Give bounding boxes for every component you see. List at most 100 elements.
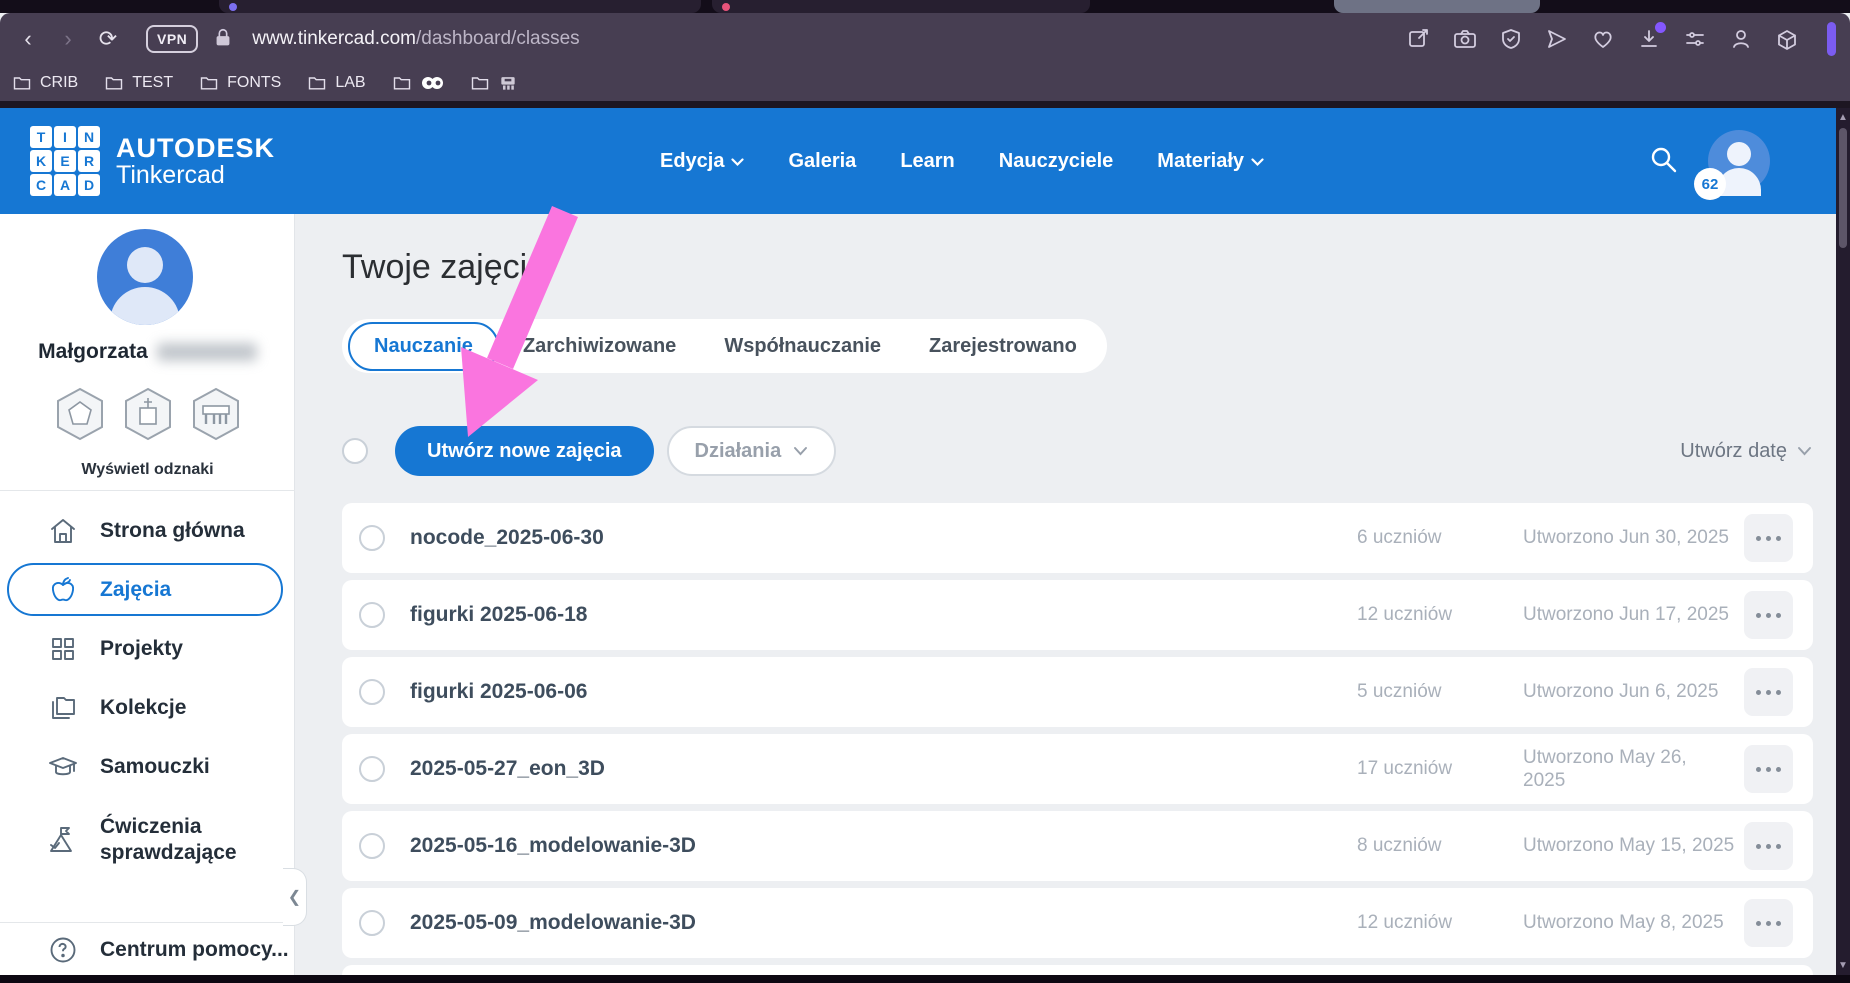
nav-materialy[interactable]: Materiały	[1157, 150, 1264, 173]
sort-by-dropdown[interactable]: Utwórz datę	[1680, 440, 1812, 463]
user-avatar[interactable]: 62	[1708, 130, 1770, 192]
class-row[interactable]: 2025-05-09_modelowanie-3D 12 uczniów Utw…	[342, 888, 1813, 958]
bookmark-label: FONTS	[227, 74, 281, 92]
folder-icon	[470, 73, 490, 93]
reload-icon[interactable]: ⟳	[88, 26, 128, 52]
row-menu-button[interactable]	[1744, 822, 1793, 870]
class-student-count: 12 uczniów	[1357, 912, 1487, 934]
sidebar-item-label: Kolekcje	[100, 696, 186, 720]
tab-zarejestrowano[interactable]: Zarejestrowano	[905, 324, 1101, 369]
sliders-icon[interactable]	[1683, 27, 1707, 51]
row-checkbox[interactable]	[359, 525, 385, 551]
class-created-date: Utworzono Jun 17, 2025	[1523, 603, 1753, 626]
class-row[interactable]: 2025-05-27_eon_3D 17 uczniów Utworzono M…	[342, 734, 1813, 804]
url-path: /dashboard/classes	[416, 28, 580, 49]
extension-accent-bar[interactable]	[1827, 22, 1836, 56]
graduation-cap-icon	[48, 752, 78, 782]
back-icon[interactable]: ‹	[8, 26, 48, 52]
question-circle-icon	[48, 935, 78, 965]
toolbar-icon-group	[1407, 22, 1850, 56]
profile-avatar[interactable]	[97, 229, 193, 325]
shield-check-icon[interactable]	[1499, 27, 1523, 51]
class-name[interactable]: 2025-05-09_modelowanie-3D	[410, 911, 696, 935]
tab-favicon-dot	[229, 3, 237, 11]
bookmark-label: LAB	[335, 74, 365, 92]
scrollbar-thumb[interactable]	[1839, 128, 1847, 248]
nav-label: Learn	[900, 150, 954, 173]
bookmark-folder-masks[interactable]	[392, 73, 444, 93]
row-menu-button[interactable]	[1744, 668, 1793, 716]
bookmark-folder-fonts[interactable]: FONTS	[199, 73, 281, 93]
tab-nauczanie[interactable]: Nauczanie	[348, 322, 499, 371]
bookmark-folder-crib[interactable]: CRIB	[12, 73, 78, 93]
compose-icon[interactable]	[1407, 27, 1431, 51]
sidebar-item-projects[interactable]: Projekty	[0, 619, 295, 678]
row-checkbox[interactable]	[359, 910, 385, 936]
class-row[interactable]: figurki 2025-06-18 12 uczniów Utworzono …	[342, 580, 1813, 650]
sidebar-item-collections[interactable]: Kolekcje	[0, 678, 295, 737]
sidebar-item-tutorials[interactable]: Samouczki	[0, 737, 295, 796]
folder-icon	[392, 73, 412, 93]
folder-icon	[307, 73, 327, 93]
scroll-down-arrow[interactable]: ▼	[1836, 960, 1850, 971]
tab-wspolnauczanie[interactable]: Współnauczanie	[700, 324, 905, 369]
select-all-checkbox[interactable]	[342, 438, 368, 464]
bookmark-folder-printer[interactable]	[470, 73, 518, 93]
class-row[interactable]: nocode_2025-06-30 6 uczniów Utworzono Ju…	[342, 503, 1813, 573]
class-created-date: Utworzono May 8, 2025	[1523, 911, 1753, 934]
row-checkbox[interactable]	[359, 602, 385, 628]
actions-label: Działania	[695, 440, 782, 463]
nav-galeria[interactable]: Galeria	[788, 150, 856, 173]
row-checkbox[interactable]	[359, 679, 385, 705]
row-menu-button[interactable]	[1744, 745, 1793, 793]
download-icon[interactable]	[1637, 27, 1661, 51]
class-row[interactable]: 2025-05-16_modelowanie-3D 8 uczniów Utwo…	[342, 811, 1813, 881]
row-menu-button[interactable]	[1744, 514, 1793, 562]
profile-icon[interactable]	[1729, 27, 1753, 51]
scroll-up-arrow[interactable]: ▲	[1836, 112, 1850, 123]
bookmark-folder-lab[interactable]: LAB	[307, 73, 365, 93]
vpn-badge[interactable]: VPN	[146, 25, 198, 53]
sidebar-item-help-center[interactable]: Centrum pomocy...	[48, 935, 289, 965]
tab-zarchiwizowane[interactable]: Zarchiwizowane	[499, 324, 700, 369]
class-created-date: Utworzono May 15, 2025	[1523, 834, 1753, 857]
heart-icon[interactable]	[1591, 27, 1615, 51]
create-class-button[interactable]: Utwórz nowe zajęcia	[395, 426, 654, 476]
class-name[interactable]: figurki 2025-06-18	[410, 603, 587, 627]
nav-edycja[interactable]: Edycja	[660, 150, 744, 173]
forward-icon[interactable]: ›	[48, 26, 88, 52]
class-name[interactable]: 2025-05-16_modelowanie-3D	[410, 834, 696, 858]
camera-icon[interactable]	[1453, 27, 1477, 51]
bookmark-folder-test[interactable]: TEST	[104, 73, 173, 93]
class-name[interactable]: figurki 2025-06-06	[410, 680, 587, 704]
browser-tab[interactable]	[219, 0, 701, 13]
page-scrollbar[interactable]: ▲ ▼	[1836, 108, 1850, 975]
row-menu-button[interactable]	[1744, 899, 1793, 947]
sidebar-item-home[interactable]: Strona główna	[0, 501, 295, 560]
url-bar[interactable]: www.tinkercad.com/dashboard/classes	[252, 28, 579, 50]
nav-nauczyciele[interactable]: Nauczyciele	[999, 150, 1114, 173]
main-content: Twoje zajęcia Nauczanie Zarchiwizowane W…	[295, 214, 1836, 975]
extension-cube-icon[interactable]	[1775, 27, 1799, 51]
tinkercad-logo[interactable]: TIN KER CAD AUTODESK Tinkercad	[30, 126, 275, 196]
send-icon[interactable]	[1545, 27, 1569, 51]
sidebar-item-classes[interactable]: Zajęcia	[0, 560, 295, 619]
class-name[interactable]: nocode_2025-06-30	[410, 526, 604, 550]
browser-tab[interactable]	[712, 0, 1090, 13]
row-checkbox[interactable]	[359, 756, 385, 782]
class-name[interactable]: 2025-05-27_eon_3D	[410, 757, 605, 781]
download-notification-dot	[1655, 22, 1666, 33]
search-icon[interactable]	[1648, 144, 1678, 179]
site-header: TIN KER CAD AUTODESK Tinkercad Edycja Ga…	[0, 108, 1850, 214]
actions-dropdown-button[interactable]: Działania	[667, 426, 837, 476]
bookmark-label: TEST	[132, 74, 173, 92]
notification-count-badge[interactable]: 62	[1694, 168, 1726, 200]
sidebar-item-assessments[interactable]: Ćwiczenia sprawdzające	[0, 796, 295, 884]
view-badges-link[interactable]: Wyświetl odznaki	[0, 461, 295, 479]
badges-row[interactable]	[0, 386, 295, 442]
class-row[interactable]: figurki 2025-06-06 5 uczniów Utworzono J…	[342, 657, 1813, 727]
row-menu-button[interactable]	[1744, 591, 1793, 639]
browser-tab-active[interactable]	[1334, 0, 1540, 13]
row-checkbox[interactable]	[359, 833, 385, 859]
nav-learn[interactable]: Learn	[900, 150, 954, 173]
